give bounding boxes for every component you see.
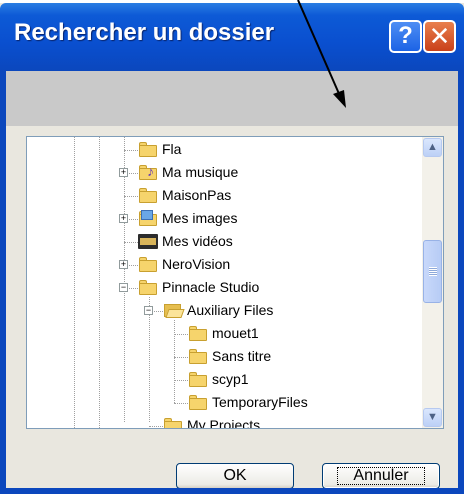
tree-connector — [124, 242, 138, 243]
folder-icon — [138, 278, 158, 296]
video-folder-icon — [138, 232, 158, 250]
window-frame-bottom — [0, 488, 464, 494]
music-folder-icon: ♪ — [138, 163, 158, 181]
tree-connector — [129, 288, 138, 289]
tree-item-label: scyp1 — [212, 371, 249, 387]
browse-folder-dialog: Rechercher un dossier ? ✕ Fla + ♪ Ma mus… — [0, 3, 464, 494]
tree-item-label: Pinnacle Studio — [162, 279, 260, 295]
tree-guide-line — [74, 137, 75, 428]
tree-connector — [149, 426, 163, 427]
tree-guide-line — [99, 137, 100, 428]
ok-button[interactable]: OK — [176, 463, 294, 489]
tree-connector — [154, 311, 163, 312]
expand-button[interactable]: + — [119, 260, 128, 269]
tree-guide-line — [124, 137, 125, 422]
tree-item-label: mouet1 — [212, 325, 259, 341]
scroll-down-button[interactable]: ▼ — [423, 408, 442, 427]
help-icon: ? — [398, 22, 413, 49]
folder-tree-content: Fla + ♪ Ma musique MaisonPas + Mes image… — [27, 137, 422, 428]
folder-icon — [188, 324, 208, 342]
tree-connector — [174, 357, 188, 358]
close-button[interactable]: ✕ — [423, 20, 456, 53]
folder-icon — [163, 416, 183, 428]
tree-item-label: Sans titre — [212, 348, 272, 364]
tree-connector — [124, 150, 138, 151]
open-folder-icon — [163, 301, 185, 319]
grip-icon — [429, 267, 437, 276]
folder-icon — [188, 393, 208, 411]
tree-item-label: MaisonPas — [162, 187, 232, 203]
tree-item-label: NeroVision — [162, 256, 231, 272]
chevron-up-icon: ▲ — [427, 141, 438, 153]
scroll-up-button[interactable]: ▲ — [423, 138, 442, 157]
folder-icon — [138, 255, 158, 273]
tree-item-label: My Projects — [187, 417, 261, 429]
collapse-button[interactable]: − — [144, 306, 153, 315]
folder-tree[interactable]: Fla + ♪ Ma musique MaisonPas + Mes image… — [26, 136, 444, 429]
tree-guide-line — [149, 297, 150, 422]
tree-connector — [174, 380, 188, 381]
pictures-folder-icon — [138, 209, 158, 227]
cancel-button-label: Annuler — [353, 467, 409, 484]
title-bar[interactable]: Rechercher un dossier ? ✕ — [0, 3, 464, 71]
cancel-button[interactable]: Annuler — [322, 463, 440, 489]
tree-connector — [124, 196, 138, 197]
tree-connector — [129, 219, 138, 220]
tree-connector — [129, 173, 138, 174]
folder-icon — [138, 186, 158, 204]
tree-item-label: TemporaryFiles — [212, 394, 308, 410]
vertical-scrollbar[interactable]: ▲ ▼ — [422, 137, 443, 428]
folder-icon — [188, 370, 208, 388]
tree-connector — [174, 334, 188, 335]
tree-item-label: Mes vidéos — [162, 233, 233, 249]
tree-item-label: Fla — [162, 141, 182, 157]
chevron-down-icon: ▼ — [427, 411, 438, 423]
tree-item-label: Ma musique — [162, 164, 239, 180]
scroll-thumb[interactable] — [423, 240, 442, 303]
folder-icon — [188, 347, 208, 365]
instructions-area — [6, 71, 458, 126]
tree-guide-line — [174, 320, 175, 403]
window-title: Rechercher un dossier — [14, 19, 275, 46]
folder-icon — [138, 140, 158, 158]
tree-item-label: Mes images — [162, 210, 238, 226]
collapse-button[interactable]: − — [119, 283, 128, 292]
tree-connector — [174, 403, 188, 404]
expand-button[interactable]: + — [119, 168, 128, 177]
close-icon: ✕ — [428, 21, 451, 51]
tree-item-label: Auxiliary Files — [187, 302, 274, 318]
window-frame-right — [458, 71, 464, 494]
expand-button[interactable]: + — [119, 214, 128, 223]
tree-connector — [129, 265, 138, 266]
help-button[interactable]: ? — [389, 20, 422, 53]
window-frame-left — [0, 71, 6, 494]
